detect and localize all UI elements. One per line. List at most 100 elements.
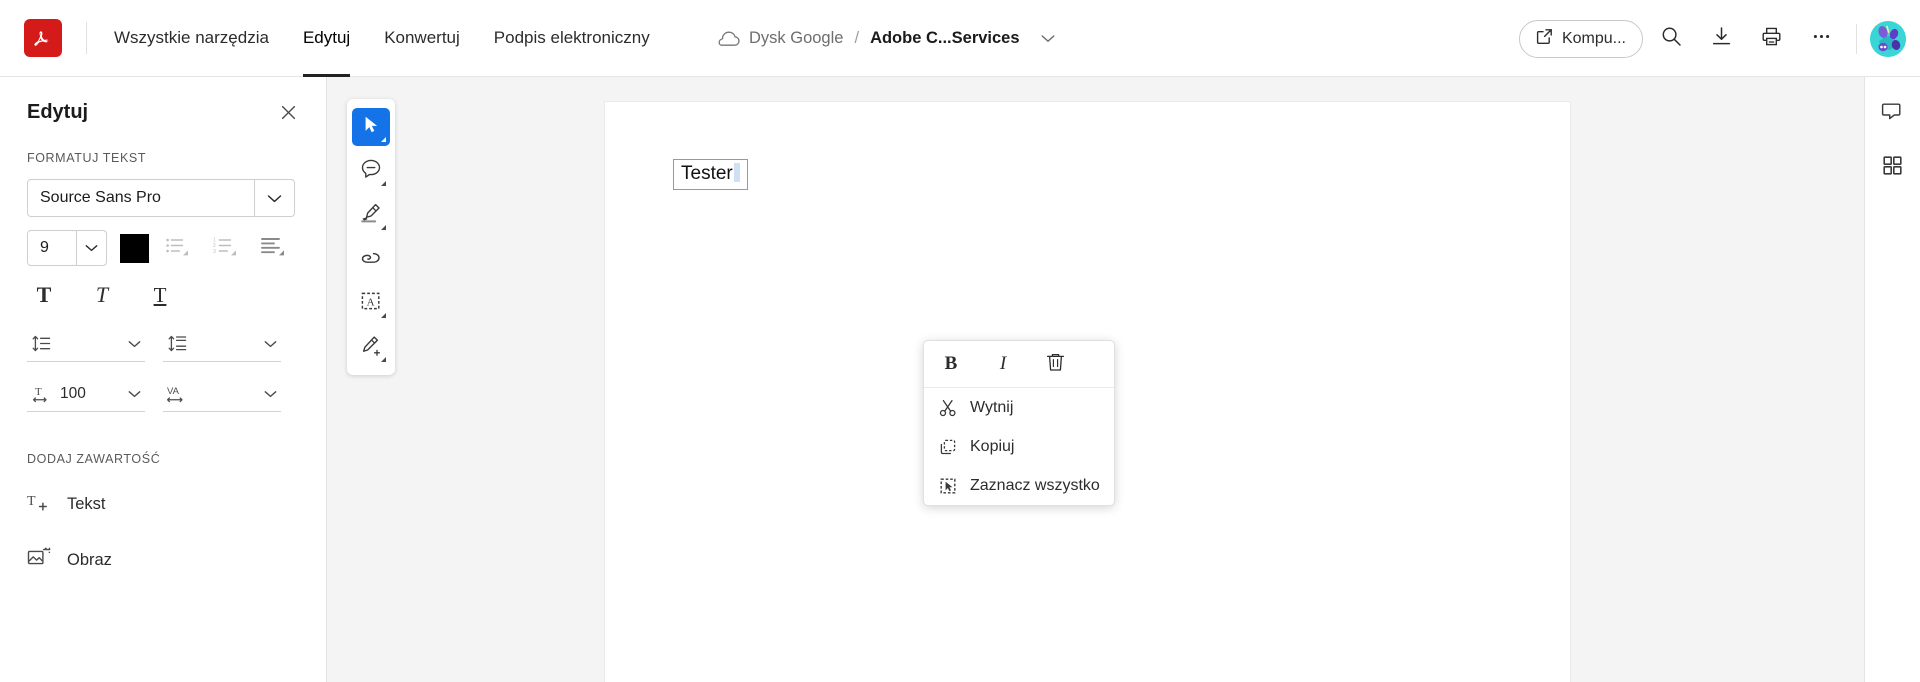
tool-rail: A xyxy=(347,99,395,375)
chevron-down-icon[interactable] xyxy=(123,390,145,398)
delete-button[interactable] xyxy=(1042,349,1068,379)
tab-esign-label: Podpis elektroniczny xyxy=(493,28,650,47)
comments-panel-button[interactable] xyxy=(1872,93,1914,135)
numbered-list-icon: 1 2 3 xyxy=(213,236,237,261)
tool-expand-corner xyxy=(381,313,386,318)
top-right-actions: Kompu... xyxy=(1518,0,1906,77)
bold-button[interactable]: B xyxy=(938,349,964,379)
comment-icon xyxy=(360,158,382,185)
text-box-field[interactable]: Tester xyxy=(673,159,748,190)
paragraph-spacing-field[interactable] xyxy=(163,326,281,362)
line-spacing-field[interactable] xyxy=(27,326,145,362)
document-area: Tester B I Wytnij Kopiuj Zaznacz wszystk… xyxy=(327,77,1895,682)
add-image-item[interactable]: Obraz xyxy=(0,538,326,582)
svg-text:VA: VA xyxy=(167,386,180,397)
breadcrumb-filename[interactable]: Adobe C...Services xyxy=(870,29,1019,48)
download-button[interactable] xyxy=(1699,17,1743,61)
context-menu-format-bar: B I xyxy=(924,341,1114,388)
text-align-icon xyxy=(261,236,285,261)
scissors-icon xyxy=(938,399,957,417)
italic-button[interactable]: I xyxy=(990,349,1016,379)
nav-tabs: Wszystkie narzędzia Edytuj Konwertuj Pod… xyxy=(97,0,667,77)
tab-edit[interactable]: Edytuj xyxy=(286,0,367,77)
svg-text:T: T xyxy=(35,386,42,398)
numbered-list-button[interactable]: 1 2 3 xyxy=(205,230,245,266)
bold-button[interactable]: T xyxy=(27,278,61,312)
add-text-item[interactable]: T Tekst xyxy=(0,482,326,526)
page-title: Edytuj xyxy=(27,100,89,123)
thumbnails-panel-button[interactable] xyxy=(1872,147,1914,189)
tab-all-tools[interactable]: Wszystkie narzędzia xyxy=(97,0,286,77)
chevron-down-icon[interactable] xyxy=(259,390,281,398)
close-icon[interactable] xyxy=(275,99,301,125)
letter-spacing-icon: VA xyxy=(163,384,193,403)
text-box-value: Tester xyxy=(681,163,733,184)
breadcrumb-separator: / xyxy=(854,29,860,47)
avatar[interactable] xyxy=(1870,20,1906,57)
svg-text:T: T xyxy=(27,494,36,509)
bulleted-list-button[interactable] xyxy=(157,230,197,266)
highlight-tool[interactable] xyxy=(352,196,390,234)
tool-expand-corner xyxy=(381,225,386,230)
font-family-row: Source Sans Pro xyxy=(0,179,326,217)
print-icon xyxy=(1761,26,1782,52)
text-align-button[interactable] xyxy=(253,230,293,266)
highlighter-icon xyxy=(360,202,382,229)
format-text-section-label: FORMATUJ TEKST xyxy=(27,151,147,165)
context-menu-item-select-all-label: Zaznacz wszystko xyxy=(970,476,1100,494)
chevron-down-icon[interactable] xyxy=(123,340,145,348)
print-button[interactable] xyxy=(1749,17,1793,61)
comment-tool[interactable] xyxy=(352,152,390,190)
sign-tool[interactable] xyxy=(352,328,390,366)
cursor-icon xyxy=(361,115,381,140)
pdf-page[interactable]: Tester B I Wytnij Kopiuj Zaznacz wszystk… xyxy=(605,102,1570,682)
italic-button[interactable]: T xyxy=(85,278,119,312)
svg-text:A: A xyxy=(367,296,375,308)
external-link-icon xyxy=(1536,28,1553,50)
select-tool[interactable] xyxy=(352,108,390,146)
search-button[interactable] xyxy=(1649,17,1693,61)
chevron-down-icon[interactable] xyxy=(254,180,294,216)
top-bar: Wszystkie narzędzia Edytuj Konwertuj Pod… xyxy=(0,0,1920,77)
tab-convert-label: Konwertuj xyxy=(384,28,460,47)
add-text-label: Tekst xyxy=(67,494,106,513)
font-family-select[interactable]: Source Sans Pro xyxy=(27,179,295,217)
context-menu-item-cut[interactable]: Wytnij xyxy=(924,388,1114,427)
text-box-tool[interactable]: A xyxy=(352,284,390,322)
text-color-swatch[interactable] xyxy=(120,233,149,263)
share-button-label: Kompu... xyxy=(1561,29,1626,47)
context-menu-item-select-all[interactable]: Zaznacz wszystko xyxy=(924,466,1114,505)
tool-expand-corner xyxy=(381,181,386,186)
horizontal-scale-value: 100 xyxy=(60,384,86,402)
app-logo[interactable] xyxy=(0,0,86,77)
toolbar-divider xyxy=(1856,23,1857,54)
spacing-row-2: T 100 VA xyxy=(0,376,326,412)
context-menu-item-copy-label: Kopiuj xyxy=(970,437,1015,455)
tab-esign[interactable]: Podpis elektroniczny xyxy=(477,0,667,77)
share-button[interactable]: Kompu... xyxy=(1518,19,1643,58)
more-options-button[interactable] xyxy=(1799,17,1843,61)
line-spacing-icon xyxy=(27,334,57,353)
add-text-icon: T xyxy=(27,491,51,518)
context-menu-item-copy[interactable]: Kopiuj xyxy=(924,427,1114,466)
font-size-select[interactable]: 9 xyxy=(27,230,107,266)
logo-divider xyxy=(86,22,87,54)
horizontal-scale-field[interactable]: T 100 xyxy=(27,376,145,412)
edit-panel: Edytuj FORMATUJ TEKST Source Sans Pro 9 xyxy=(0,77,327,682)
lasso-tool[interactable] xyxy=(352,240,390,278)
tab-convert[interactable]: Konwertuj xyxy=(367,0,477,77)
bulleted-list-icon xyxy=(165,236,189,261)
chevron-down-icon[interactable] xyxy=(259,340,281,348)
font-size-row: 9 1 2 3 xyxy=(0,230,326,266)
tracking-field[interactable]: VA xyxy=(163,376,281,412)
breadcrumb-location[interactable]: Dysk Google xyxy=(749,29,843,48)
underline-button[interactable]: T xyxy=(143,278,177,312)
chevron-down-icon[interactable] xyxy=(76,231,106,265)
signature-icon xyxy=(360,334,382,361)
lasso-icon xyxy=(360,246,382,273)
paragraph-spacing-icon xyxy=(163,334,193,353)
grid-icon xyxy=(1882,155,1903,181)
chevron-down-icon[interactable] xyxy=(1041,34,1055,43)
svg-text:3: 3 xyxy=(213,248,216,254)
breadcrumb: Dysk Google / Adobe C...Services xyxy=(718,0,1055,77)
